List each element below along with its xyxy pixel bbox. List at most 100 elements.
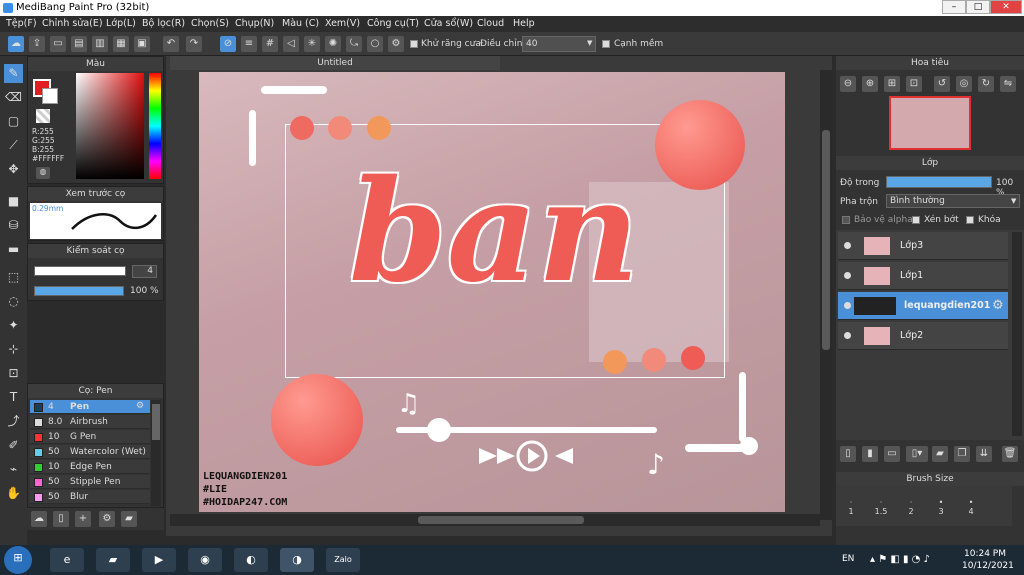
add-layer-menu-icon[interactable]: ▯▾ — [906, 446, 928, 462]
new-layer-8bit-icon[interactable]: ▮ — [862, 446, 878, 462]
brush-item[interactable]: 50 Stipple Pen — [30, 475, 150, 489]
minimize-button[interactable]: – — [942, 0, 966, 14]
new-layer-1bit-icon[interactable]: ▭ — [884, 446, 900, 462]
brush-size-option[interactable]: · 1.5 — [866, 486, 896, 526]
menu-capture[interactable]: Chụp(N) — [235, 18, 274, 29]
brush-settings-icon[interactable]: ⚙ — [136, 401, 144, 411]
layer-item[interactable]: Lớp2 — [838, 322, 1008, 350]
gradient-icon[interactable]: ▬ — [4, 240, 23, 259]
magic-wand-icon[interactable]: ✦ — [4, 316, 23, 335]
hand-tool-icon[interactable]: ✋ — [4, 484, 23, 503]
fit-icon[interactable]: ⊞ — [884, 76, 900, 92]
adjust-select[interactable]: 40 ▼ — [522, 36, 596, 52]
vanish-snap-icon[interactable]: ◁ — [283, 36, 299, 52]
transparent-swatch[interactable] — [36, 109, 50, 123]
canvas-tab[interactable]: Untitled — [170, 56, 500, 70]
layer-settings-icon[interactable]: ⚙ — [992, 298, 1004, 313]
protect-alpha-checkbox[interactable] — [842, 216, 850, 224]
eye-icon[interactable] — [844, 272, 851, 279]
dropper-icon[interactable]: ⌁ — [4, 460, 23, 479]
document-icon[interactable]: ▤ — [71, 36, 87, 52]
brush-list-scrollbar[interactable] — [151, 400, 161, 506]
menu-help[interactable]: Help — [513, 18, 535, 29]
eye-icon[interactable] — [844, 242, 851, 249]
brush-item[interactable]: 8.0 Airbrush — [30, 415, 150, 429]
select-eraser-icon[interactable]: ⊡ — [4, 364, 23, 383]
parallel-snap-icon[interactable]: ≡ — [241, 36, 257, 52]
navigator-thumbnail[interactable] — [889, 96, 971, 150]
ie-icon[interactable]: e — [50, 548, 84, 572]
menu-view[interactable]: Xem(V) — [325, 18, 360, 29]
color-picker-field[interactable] — [76, 73, 144, 179]
share-icon[interactable]: ⇪ — [29, 36, 45, 52]
rotate-left-icon[interactable]: ↺ — [934, 76, 950, 92]
comment-icon[interactable]: ▭ — [50, 36, 66, 52]
lasso-icon[interactable]: ◌ — [4, 292, 23, 311]
undo-icon[interactable]: ↶ — [163, 36, 179, 52]
brush-item[interactable]: 50 Watercolor (Wet) — [30, 445, 150, 459]
reset-view-icon[interactable]: ◎ — [956, 76, 972, 92]
menu-layer[interactable]: Lớp(L) — [106, 18, 136, 29]
zoom-out-icon[interactable]: ⊖ — [840, 76, 856, 92]
bucket-icon[interactable]: ⛁ — [4, 216, 23, 235]
select-icon[interactable]: ⬚ — [4, 268, 23, 287]
operation-icon[interactable]: ⤴ — [4, 412, 23, 431]
vertical-scrollbar[interactable] — [820, 70, 832, 520]
lock-checkbox[interactable] — [966, 216, 974, 224]
fill-rect-icon[interactable]: ■ — [4, 192, 23, 211]
radial-snap-icon[interactable]: ✳ — [304, 36, 320, 52]
tray-icons[interactable]: ▴ ⚑ ◧ ▮ ◔ ♪ — [870, 554, 930, 565]
media-player-icon[interactable]: ▶ — [142, 548, 176, 572]
radial2-snap-icon[interactable]: ✺ — [325, 36, 341, 52]
menu-edit[interactable]: Chỉnh sửa(E) — [42, 18, 103, 29]
menu-filter[interactable]: Bộ lọc(R) — [142, 18, 185, 29]
brush-tool-icon[interactable]: ✎ — [4, 64, 23, 83]
horizontal-scroll-thumb[interactable] — [418, 516, 584, 524]
panel-icon[interactable]: ▣ — [134, 36, 150, 52]
snap-off-icon[interactable]: ⊘ — [220, 36, 236, 52]
circle-snap-icon[interactable]: ○ — [367, 36, 383, 52]
brush-size-value[interactable]: 4 — [132, 265, 157, 278]
page-icon[interactable]: ▥ — [92, 36, 108, 52]
new-layer-icon[interactable]: ▯ — [840, 446, 856, 462]
blend-select[interactable]: Bình thường ▼ — [886, 194, 1020, 208]
add-brush-icon[interactable]: + — [75, 511, 91, 527]
language-indicator[interactable]: EN — [842, 554, 854, 564]
brush-item[interactable]: 4 Pen ⚙ — [30, 400, 150, 414]
text-tool-icon[interactable]: T — [4, 388, 23, 407]
menu-select[interactable]: Chọn(S) — [191, 18, 229, 29]
explorer-icon[interactable]: ▰ — [96, 548, 130, 572]
layer-opacity-slider[interactable] — [886, 176, 992, 188]
brush-size-option[interactable]: • 4 — [956, 486, 986, 526]
layer-scrollbar[interactable] — [1012, 232, 1022, 436]
vertical-scroll-thumb[interactable] — [822, 130, 830, 350]
brush-item[interactable]: 10 Edge Pen — [30, 460, 150, 474]
cross-snap-icon[interactable]: # — [262, 36, 278, 52]
eraser-tool-icon[interactable]: ⌫ — [4, 88, 23, 107]
horizontal-scrollbar[interactable] — [170, 514, 820, 526]
eye-icon[interactable] — [844, 332, 851, 339]
soft-edge-checkbox[interactable] — [602, 40, 610, 48]
start-button[interactable]: ⊞ — [4, 546, 32, 574]
cloud-icon[interactable]: ☁ — [8, 36, 24, 52]
medibang-icon[interactable]: ◑ — [280, 548, 314, 572]
folder-icon[interactable]: ▰ — [932, 446, 948, 462]
palette-icon[interactable]: ◍ — [36, 167, 50, 179]
grid-view-icon[interactable]: ▦ — [113, 36, 129, 52]
rotate-right-icon[interactable]: ↻ — [978, 76, 994, 92]
menu-cloud[interactable]: Cloud — [477, 18, 504, 29]
move-tool-icon[interactable]: ✥ — [4, 160, 23, 179]
brush-settings-icon[interactable]: ⚙ — [99, 511, 115, 527]
zoom-in-icon[interactable]: ⊕ — [862, 76, 878, 92]
close-button[interactable]: ✕ — [990, 0, 1022, 14]
clip-checkbox[interactable] — [912, 216, 920, 224]
brush-size-slider[interactable] — [34, 266, 126, 276]
redo-icon[interactable]: ↷ — [186, 36, 202, 52]
brush-folder-icon[interactable]: ▰ — [121, 511, 137, 527]
brush-item[interactable]: 10 G Pen — [30, 430, 150, 444]
coccoc-icon[interactable]: ◐ — [234, 548, 268, 572]
layer-item-selected[interactable]: lequangdien201 ⚙ — [838, 292, 1008, 320]
layer-item[interactable]: Lớp3 — [838, 232, 1008, 260]
menu-color[interactable]: Màu (C) — [282, 18, 319, 29]
flip-icon[interactable]: ⇋ — [1000, 76, 1016, 92]
